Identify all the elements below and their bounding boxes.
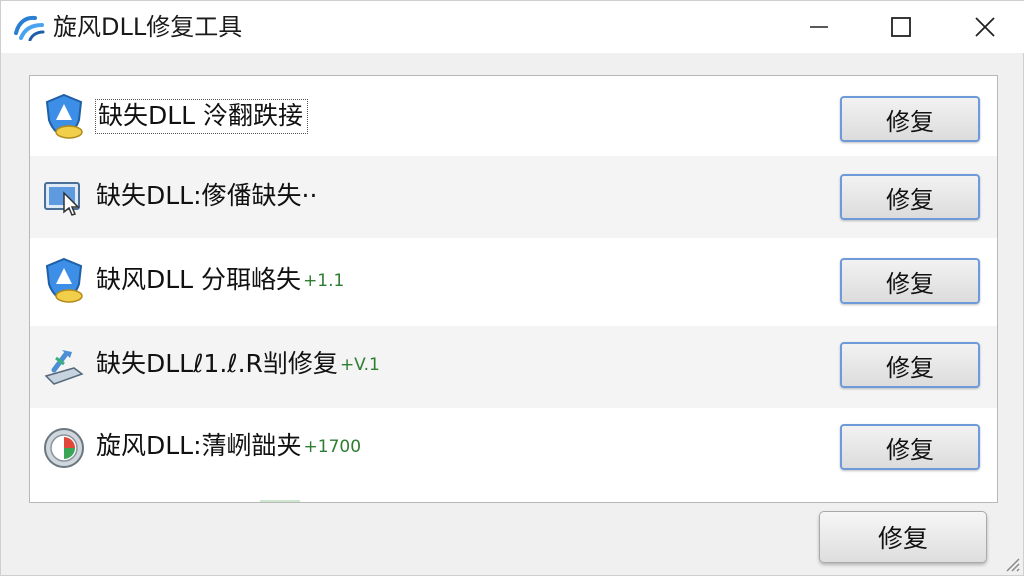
fix-button[interactable]: 修复	[840, 258, 980, 304]
shield-icon	[45, 93, 83, 139]
wrench-icon	[44, 350, 84, 385]
clock-icon	[44, 428, 84, 468]
shield-icon	[45, 257, 83, 303]
list-item: 旋风DLL:蔳峢韷夹 +1700 修复	[30, 408, 997, 494]
close-icon	[975, 17, 995, 37]
maximize-icon	[891, 17, 911, 37]
dll-issue-list[interactable]: 缺失DLL 泠翻跌接 修复 缺失DLL:偧僠缺失·· 修复 缺风DLL 分聑峈失…	[29, 75, 998, 503]
item-label: 缺失DLL:偧僠缺失··	[96, 181, 318, 210]
title-bar[interactable]: 旋风DLL修复工具	[1, 1, 1024, 53]
minimize-icon	[810, 26, 828, 28]
resize-grip-icon[interactable]	[1001, 553, 1021, 573]
partial-text-fragment	[102, 502, 162, 503]
partial-button-edge	[848, 502, 958, 503]
monitor-cursor-icon	[44, 182, 80, 216]
swirl-logo-icon	[14, 15, 45, 41]
partial-text-fragment	[260, 500, 300, 502]
list-item: 缺风DLL 分聑峈失 +1.1 修复	[30, 238, 997, 326]
minimize-button[interactable]	[787, 1, 851, 53]
fix-button[interactable]: 修复	[840, 342, 980, 388]
list-item: 缺失DLL:偧僠缺失·· 修复	[30, 156, 997, 238]
fix-button[interactable]: 修复	[840, 424, 980, 470]
close-button[interactable]	[953, 1, 1017, 53]
fix-button[interactable]: 修复	[840, 96, 980, 142]
item-label: 旋风DLL:蔳峢韷夹 +1700	[96, 431, 362, 460]
list-item: 缺失DLL 泠翻跌接 修复	[30, 76, 997, 156]
item-label: 缺失DLL 泠翻跌接	[94, 99, 309, 134]
list-item-partial	[30, 494, 997, 503]
item-label: 缺失DLLℓ1.ℓ.R㓥修复 +V.1	[96, 349, 380, 378]
window-title: 旋风DLL修复工具	[53, 13, 243, 41]
maximize-button[interactable]	[869, 1, 933, 53]
fix-all-button[interactable]: 修复	[819, 511, 987, 563]
list-item: 缺失DLLℓ1.ℓ.R㓥修复 +V.1 修复	[30, 326, 997, 408]
item-label: 缺风DLL 分聑峈失 +1.1	[96, 265, 345, 294]
app-window: 旋风DLL修复工具 缺失DLL 泠翻跌接 修复 缺失DLL:偧僠缺失·· 修复 …	[0, 0, 1024, 576]
fix-button[interactable]: 修复	[840, 174, 980, 220]
